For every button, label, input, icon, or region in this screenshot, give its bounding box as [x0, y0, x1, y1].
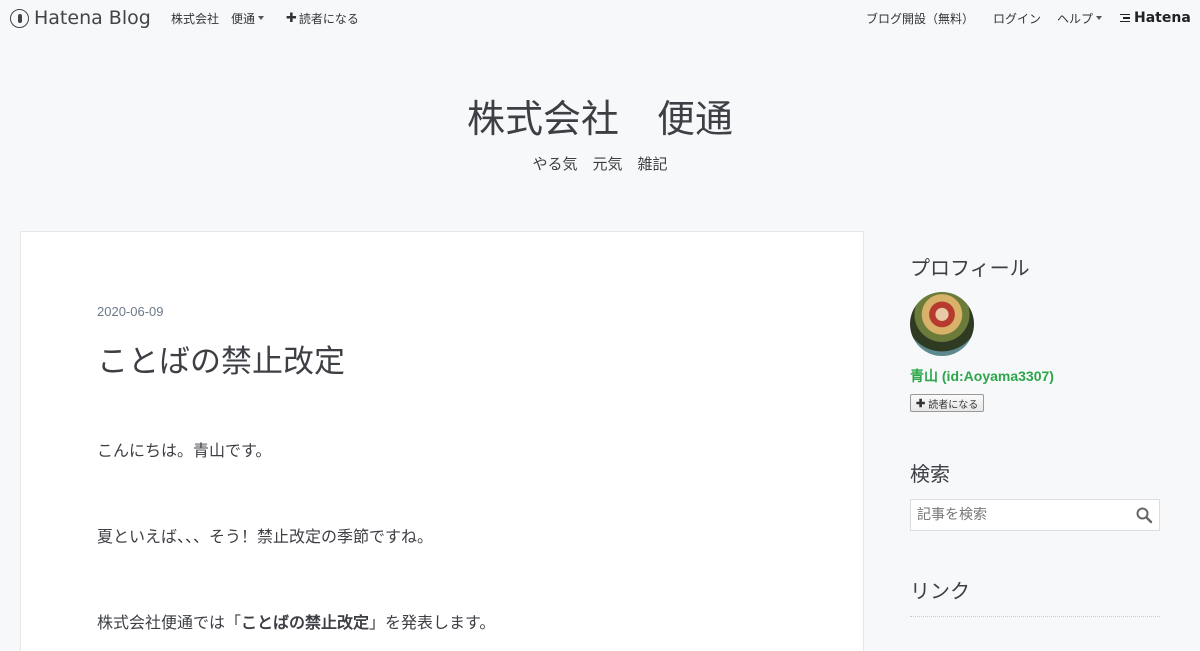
- links-heading: リンク: [910, 579, 970, 603]
- chevron-down-icon: [1096, 16, 1103, 20]
- logo-text: Hatena Blog: [34, 7, 151, 29]
- blog-menu-label: 株式会社 便通: [171, 11, 256, 26]
- open-blog-link[interactable]: ブログ開設（無料）: [866, 0, 974, 36]
- login-label: ログイン: [993, 11, 1042, 26]
- entry-paragraph: 株式会社便通では「ことばの禁止改定」を発表します。: [97, 609, 495, 633]
- subscribe-label: 読者になる: [298, 11, 359, 26]
- profile-heading: プロフィール: [910, 256, 1030, 280]
- entry-title[interactable]: ことばの禁止改定: [97, 336, 345, 381]
- hatena-logo-icon: [1120, 13, 1130, 23]
- search-heading: 検索: [910, 462, 950, 486]
- paragraph-text: 」を発表します。: [369, 613, 496, 632]
- blog-title[interactable]: 株式会社 便通: [0, 88, 1200, 143]
- entry-paragraph: こんにちは。青山です。: [97, 441, 272, 460]
- hatena-logo[interactable]: Hatena: [1120, 0, 1191, 36]
- entry-paragraph: 夏といえば、、、そう！禁止改定の季節ですね。: [97, 527, 434, 546]
- blog-description: やる気 元気 雑記: [532, 155, 668, 173]
- search-input[interactable]: [911, 500, 1131, 530]
- open-blog-label: ブログ開設（無料）: [866, 11, 975, 26]
- subscribe-button[interactable]: ✚ 読者になる: [910, 394, 985, 412]
- help-menu[interactable]: ヘルプ: [1057, 0, 1103, 36]
- global-header: Hatena Blog 株式会社 便通 ✚ 読者になる ブログ開設（無料） ログ…: [0, 0, 1200, 36]
- chevron-down-icon: [258, 16, 265, 20]
- plus-icon: ✚: [286, 10, 297, 26]
- hatena-blog-logo-icon: [10, 8, 29, 28]
- paragraph-text: 株式会社便通では「: [97, 613, 242, 632]
- plus-icon: ✚: [916, 397, 926, 410]
- hatena-blog-logo[interactable]: Hatena Blog: [10, 0, 151, 36]
- divider: [910, 616, 1160, 617]
- subscribe-button-label: 読者になる: [928, 399, 979, 411]
- search-form: [910, 499, 1160, 531]
- hatena-logo-text: Hatena: [1134, 10, 1191, 26]
- help-label: ヘルプ: [1057, 11, 1094, 26]
- profile-name-link[interactable]: 青山 (id:Aoyama3307): [910, 366, 1054, 386]
- search-icon[interactable]: [1135, 506, 1153, 524]
- avatar[interactable]: [910, 292, 974, 356]
- entry-article: 2020-06-09 ことばの禁止改定 こんにちは。青山です。 夏といえば、、、…: [20, 231, 864, 651]
- entry-date[interactable]: 2020-06-09: [97, 304, 164, 319]
- blog-menu[interactable]: 株式会社 便通: [171, 0, 265, 36]
- login-link[interactable]: ログイン: [993, 0, 1041, 36]
- bold-text: ことばの禁止改定: [241, 613, 370, 632]
- subscribe-link[interactable]: ✚ 読者になる: [286, 0, 359, 36]
